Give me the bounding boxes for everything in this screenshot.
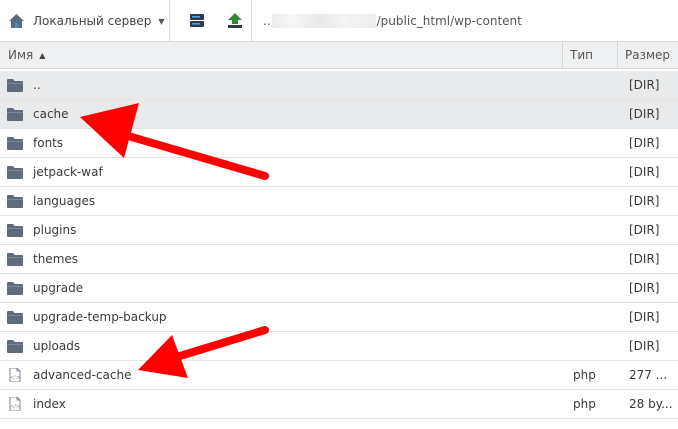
file-row[interactable]: </> index php 28 by... <box>0 390 678 419</box>
file-size: [DIR] <box>629 78 660 92</box>
column-type-label: Тип <box>570 48 593 62</box>
file-type: php <box>573 397 596 411</box>
file-name: uploads <box>33 339 81 353</box>
file-name: plugins <box>33 223 77 237</box>
file-row[interactable]: .. [DIR] <box>0 71 678 100</box>
php-file-icon: </> <box>9 397 21 411</box>
column-name-label: Имя <box>8 48 34 62</box>
toolbar: Локальный сервер ▼ .. /public_html/wp-co… <box>0 0 678 42</box>
column-divider[interactable] <box>617 42 618 68</box>
column-size[interactable]: Размер <box>625 42 670 68</box>
file-row[interactable]: plugins [DIR] <box>0 216 678 245</box>
file-type: php <box>573 368 596 382</box>
folder-icon <box>7 166 23 179</box>
file-name: advanced-cache <box>33 368 132 382</box>
column-type[interactable]: Тип <box>570 42 593 68</box>
file-name: fonts <box>33 136 64 150</box>
sort-asc-icon: ▲ <box>39 51 46 60</box>
file-row[interactable]: cache [DIR] <box>0 100 678 129</box>
file-name: upgrade-temp-backup <box>33 310 167 324</box>
folder-icon <box>7 224 23 237</box>
file-size: 277 ... <box>629 368 668 382</box>
column-divider[interactable] <box>562 42 563 68</box>
file-size: [DIR] <box>629 252 660 266</box>
file-row[interactable]: fonts [DIR] <box>0 129 678 158</box>
folder-icon <box>7 79 23 92</box>
file-row[interactable]: languages [DIR] <box>0 187 678 216</box>
folder-icon <box>7 137 23 150</box>
svg-text:</>: </> <box>10 404 20 410</box>
folder-icon <box>7 108 23 121</box>
folder-icon <box>7 311 23 324</box>
file-name: index <box>33 397 66 411</box>
home-icon <box>9 14 24 28</box>
toolbar-divider <box>251 0 252 41</box>
folder-icon <box>7 195 23 208</box>
file-name: jetpack-waf <box>33 165 103 179</box>
php-file-icon: </> <box>9 368 21 382</box>
file-size: 28 by... <box>629 397 673 411</box>
path-suffix: /public_html/wp-content <box>376 14 522 28</box>
folder-icon <box>7 282 23 295</box>
redacted-path <box>271 14 376 28</box>
column-name[interactable]: Имя ▲ <box>8 42 45 68</box>
svg-text:</>: </> <box>10 375 20 381</box>
file-size: [DIR] <box>629 194 660 208</box>
path-prefix: .. <box>263 14 271 28</box>
file-name: languages <box>33 194 96 208</box>
server-selector[interactable]: Локальный сервер ▼ <box>8 11 164 31</box>
file-size: [DIR] <box>629 310 660 324</box>
file-row[interactable]: upgrade-temp-backup [DIR] <box>0 303 678 332</box>
file-size: [DIR] <box>629 136 660 150</box>
file-size: [DIR] <box>629 281 660 295</box>
file-row[interactable]: themes [DIR] <box>0 245 678 274</box>
file-row[interactable]: uploads [DIR] <box>0 332 678 361</box>
file-name: upgrade <box>33 281 84 295</box>
folder-icon <box>7 340 23 353</box>
file-size: [DIR] <box>629 165 660 179</box>
folder-icon <box>7 253 23 266</box>
file-size: [DIR] <box>629 223 660 237</box>
upload-icon[interactable] <box>225 11 245 31</box>
file-list-header: Имя ▲ Тип Размер <box>0 42 678 69</box>
file-size: [DIR] <box>629 107 660 121</box>
file-name: cache <box>33 107 69 121</box>
breadcrumb[interactable]: .. /public_html/wp-content <box>263 14 522 28</box>
file-row[interactable]: </> advanced-cache php 277 ... <box>0 361 678 390</box>
server-label: Локальный сервер <box>33 14 152 28</box>
file-row[interactable]: jetpack-waf [DIR] <box>0 158 678 187</box>
file-name: themes <box>33 252 79 266</box>
file-size: [DIR] <box>629 339 660 353</box>
chevron-down-icon[interactable]: ▼ <box>158 17 164 26</box>
file-name: .. <box>33 78 41 92</box>
toolbar-divider <box>169 0 170 41</box>
server-icon[interactable] <box>187 11 207 31</box>
file-row[interactable]: upgrade [DIR] <box>0 274 678 303</box>
column-size-label: Размер <box>625 48 671 62</box>
